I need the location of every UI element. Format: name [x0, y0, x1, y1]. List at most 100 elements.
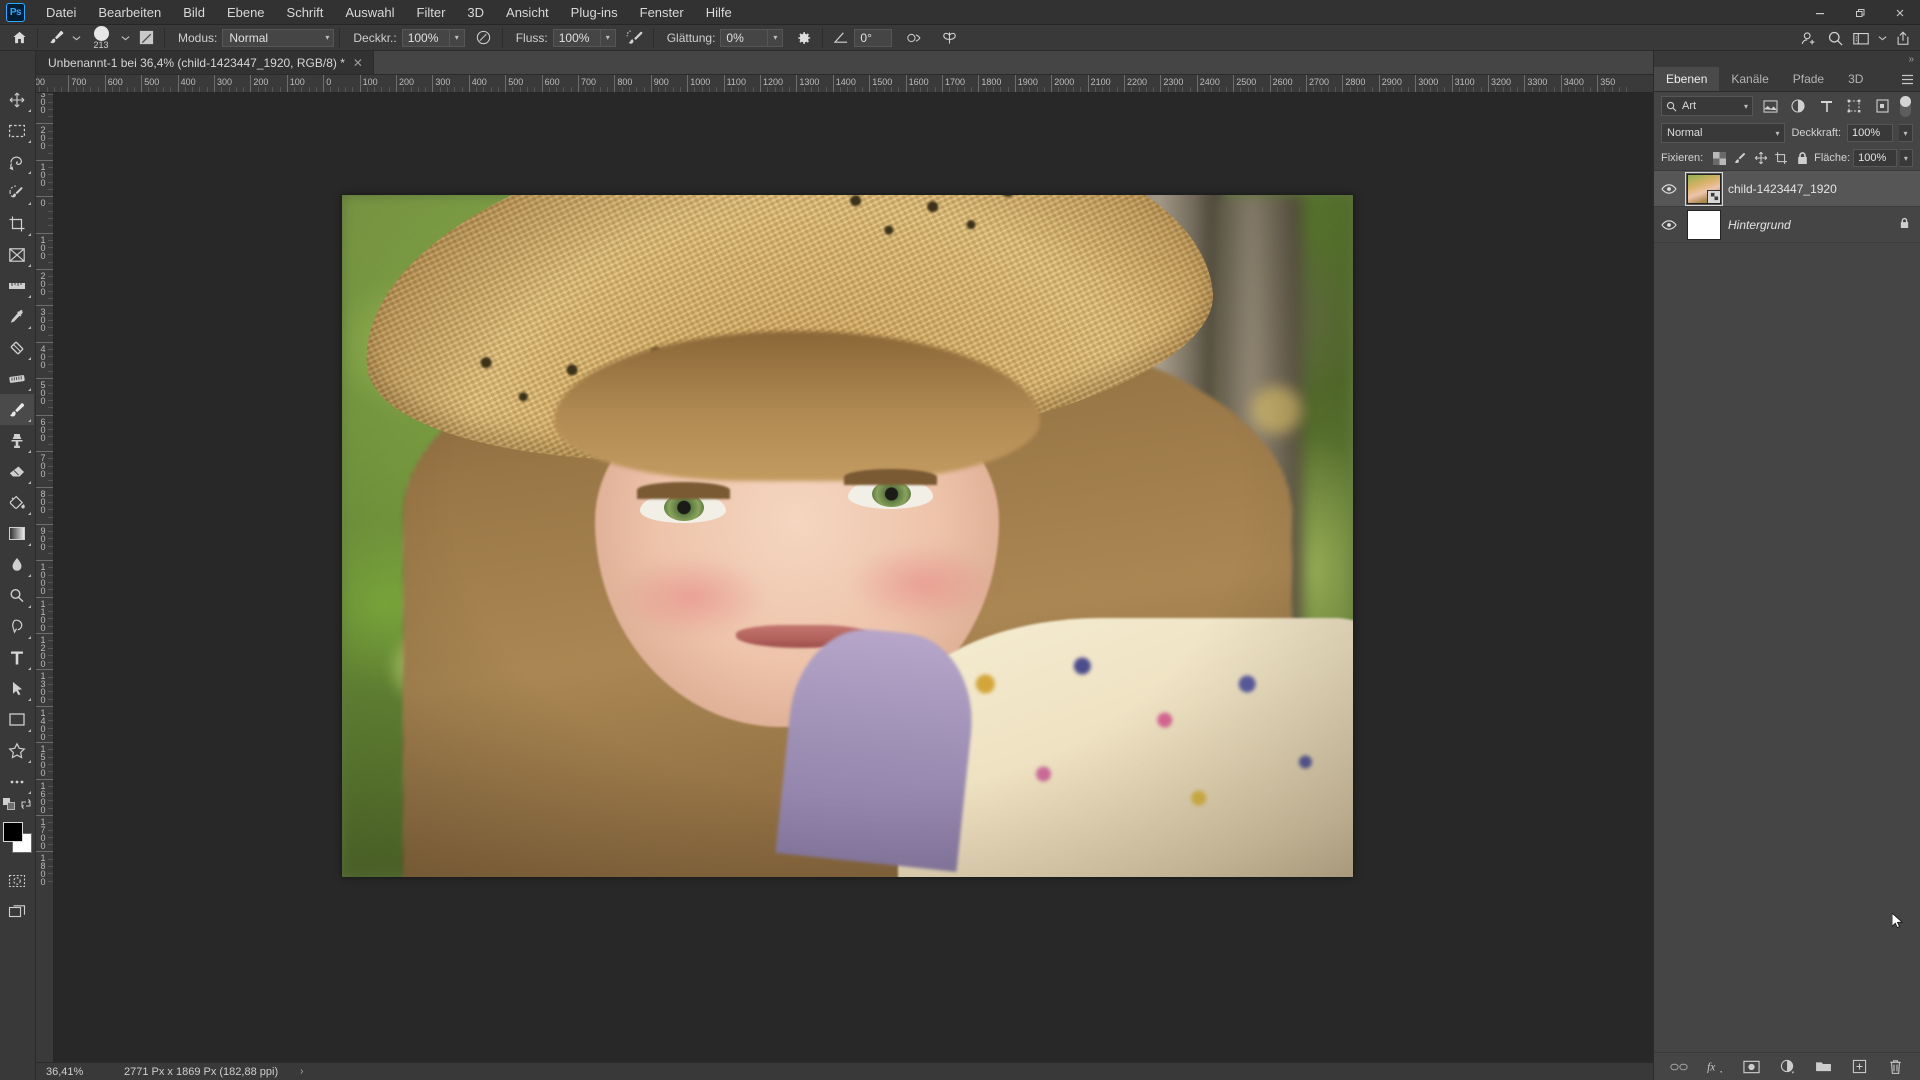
screen-mode-icon[interactable]: [0, 896, 34, 927]
search-icon[interactable]: [1822, 27, 1848, 49]
delete-layer-icon[interactable]: [1885, 1057, 1905, 1077]
layer-thumbnail[interactable]: [1685, 171, 1723, 206]
home-icon[interactable]: [6, 27, 32, 49]
layer-blend-mode-select[interactable]: Normal ▾: [1661, 123, 1786, 143]
symmetry-butterfly-icon[interactable]: [936, 27, 962, 49]
shape-filter-icon[interactable]: [1843, 96, 1865, 116]
type-filter-icon[interactable]: [1815, 96, 1837, 116]
brush-size-preview[interactable]: 213: [84, 25, 118, 50]
menu-filter[interactable]: Filter: [406, 2, 457, 23]
ruler-tool[interactable]: [0, 270, 34, 301]
menu-ansicht[interactable]: Ansicht: [495, 2, 560, 23]
quick-mask-icon[interactable]: [0, 865, 34, 896]
menu-3d[interactable]: 3D: [456, 2, 495, 23]
smoothing-chevron-down-icon[interactable]: ▾: [768, 28, 784, 47]
blur-tool[interactable]: [0, 549, 34, 580]
tab-ebenen[interactable]: Ebenen: [1654, 67, 1720, 91]
close-icon[interactable]: [1880, 0, 1920, 25]
pressure-opacity-icon[interactable]: [471, 27, 497, 49]
quick-selection-tool[interactable]: [0, 177, 34, 208]
filter-toggle[interactable]: [1900, 95, 1911, 117]
menu-schrift[interactable]: Schrift: [276, 2, 335, 23]
layer-visibility-eye-icon[interactable]: [1658, 219, 1680, 231]
menu-fenster[interactable]: Fenster: [629, 2, 695, 23]
vertical-ruler[interactable]: 300 200 100 0 100 200 300 400 500 600 700 800 900 100…: [36, 93, 54, 1062]
document-canvas[interactable]: [342, 195, 1353, 877]
smoothing-input[interactable]: 0%: [720, 28, 769, 47]
adjustment-filter-icon[interactable]: [1787, 96, 1809, 116]
rectangular-marquee-tool[interactable]: [0, 115, 34, 146]
type-tool[interactable]: [0, 642, 34, 673]
eraser-tool[interactable]: [0, 456, 34, 487]
close-icon[interactable]: ✕: [353, 56, 363, 70]
layer-fill-chevron-down-icon[interactable]: ▾: [1899, 149, 1914, 167]
lock-all-icon[interactable]: [1793, 149, 1811, 168]
dodge-tool[interactable]: [0, 580, 34, 611]
lock-transparent-pixels-icon[interactable]: [1710, 149, 1728, 168]
lock-artboard-nesting-icon[interactable]: [1773, 149, 1791, 168]
add-layer-mask-icon[interactable]: [1741, 1057, 1761, 1077]
default-colors-icon[interactable]: [2, 797, 15, 815]
brush-angle-input[interactable]: 0°: [854, 28, 893, 47]
menu-hilfe[interactable]: Hilfe: [695, 2, 743, 23]
canvas-area[interactable]: [54, 93, 1653, 1062]
lock-image-pixels-icon[interactable]: [1731, 149, 1749, 168]
blend-mode-select[interactable]: Normal ▾: [222, 28, 335, 47]
maximize-restore-icon[interactable]: [1840, 0, 1880, 25]
add-person-icon[interactable]: [1796, 27, 1822, 49]
airbrush-icon[interactable]: [622, 27, 648, 49]
new-adjustment-layer-icon[interactable]: [1777, 1057, 1797, 1077]
layer-row-hintergrund[interactable]: Hintergrund: [1654, 207, 1920, 243]
status-expand-arrow-icon[interactable]: ›: [278, 1066, 303, 1077]
brush-tool[interactable]: [0, 394, 34, 425]
healing-brush-tool[interactable]: [0, 332, 34, 363]
menu-datei[interactable]: Datei: [35, 2, 87, 23]
path-selection-tool[interactable]: [0, 673, 34, 704]
gradient-tool[interactable]: [0, 518, 34, 549]
layer-row-child[interactable]: child-1423447_1920: [1654, 171, 1920, 207]
chevron-down-icon[interactable]: [1874, 27, 1890, 49]
lasso-tool[interactable]: [0, 146, 34, 177]
minimize-icon[interactable]: [1800, 0, 1840, 25]
layer-fill-input[interactable]: 100%: [1853, 149, 1897, 167]
document-tab[interactable]: Unbenannt-1 bei 36,4% (child-1423447_192…: [36, 51, 374, 74]
clone-stamp-tool[interactable]: [0, 425, 34, 456]
new-layer-icon[interactable]: [1849, 1057, 1869, 1077]
brush-size-chevron-down-icon[interactable]: [118, 27, 133, 49]
flow-input[interactable]: 100%: [552, 28, 601, 47]
opacity-input[interactable]: 100%: [401, 28, 450, 47]
layer-thumbnail[interactable]: [1687, 209, 1721, 240]
pixel-filter-icon[interactable]: [1759, 96, 1781, 116]
move-tool[interactable]: [0, 84, 34, 115]
more-tools[interactable]: [0, 766, 34, 797]
brush-tool-icon[interactable]: [43, 27, 69, 49]
patch-tool[interactable]: [0, 363, 34, 394]
panel-menu-icon[interactable]: [1894, 67, 1920, 91]
layer-filter-select[interactable]: Art ▾: [1661, 96, 1753, 116]
horizontal-ruler[interactable]: 00 700 600 500 400 300 200 100 0 100 200 300 400 500 6…: [36, 75, 1653, 93]
menu-ebene[interactable]: Ebene: [216, 2, 276, 23]
rectangle-tool[interactable]: [0, 704, 34, 735]
menu-bearbeiten[interactable]: Bearbeiten: [87, 2, 172, 23]
custom-shape-tool[interactable]: [0, 735, 34, 766]
swap-colors-icon[interactable]: [20, 797, 32, 815]
new-group-icon[interactable]: [1813, 1057, 1833, 1077]
foreground-color-swatch[interactable]: [3, 822, 23, 842]
gear-icon[interactable]: [791, 27, 817, 49]
layer-opacity-input[interactable]: 100%: [1847, 124, 1893, 142]
share-icon[interactable]: [1890, 27, 1916, 49]
tab-pfade[interactable]: Pfade: [1780, 67, 1837, 91]
paint-bucket-tool[interactable]: [0, 487, 34, 518]
crop-tool[interactable]: [0, 208, 34, 239]
layer-style-fx-icon[interactable]: fx: [1705, 1057, 1725, 1077]
menu-auswahl[interactable]: Auswahl: [334, 2, 405, 23]
layer-opacity-chevron-down-icon[interactable]: ▾: [1899, 124, 1913, 142]
brush-preset-chevron-down-icon[interactable]: [69, 27, 84, 49]
pen-tool[interactable]: [0, 611, 34, 642]
dock-collapse-icon[interactable]: »: [1654, 51, 1920, 67]
frame-tool[interactable]: [0, 239, 34, 270]
menu-bild[interactable]: Bild: [172, 2, 216, 23]
brush-angle-icon[interactable]: [828, 27, 854, 49]
menu-plugins[interactable]: Plug-ins: [560, 2, 629, 23]
workspace-icon[interactable]: [1848, 27, 1874, 49]
